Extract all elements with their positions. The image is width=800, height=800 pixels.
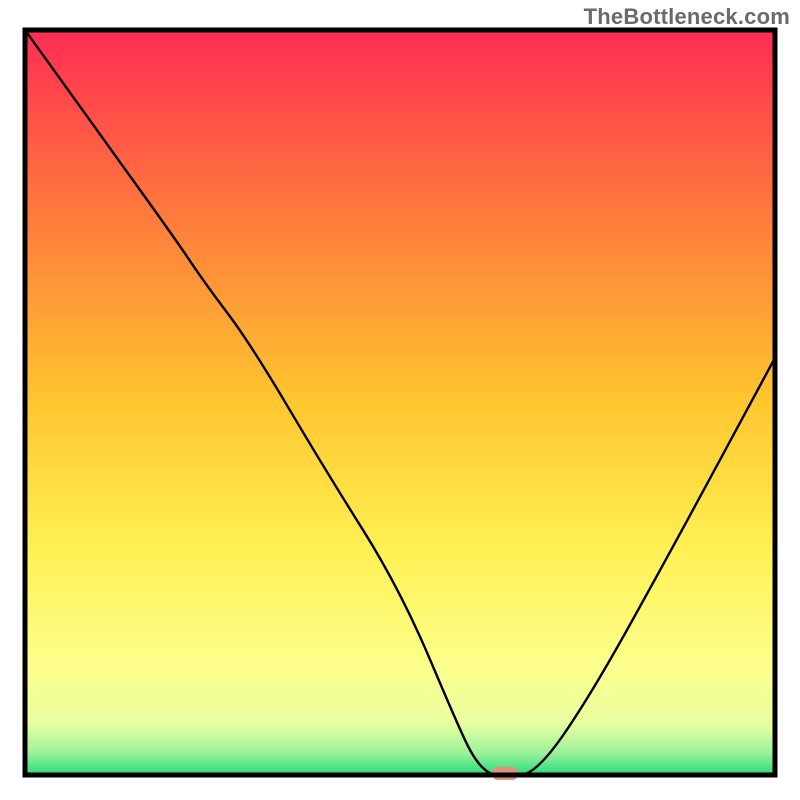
plot-background: [25, 30, 775, 775]
plot-area: [25, 30, 775, 780]
chart-stage: TheBottleneck.com: [0, 0, 800, 800]
chart-svg: [0, 0, 800, 800]
watermark-label: TheBottleneck.com: [584, 4, 790, 30]
